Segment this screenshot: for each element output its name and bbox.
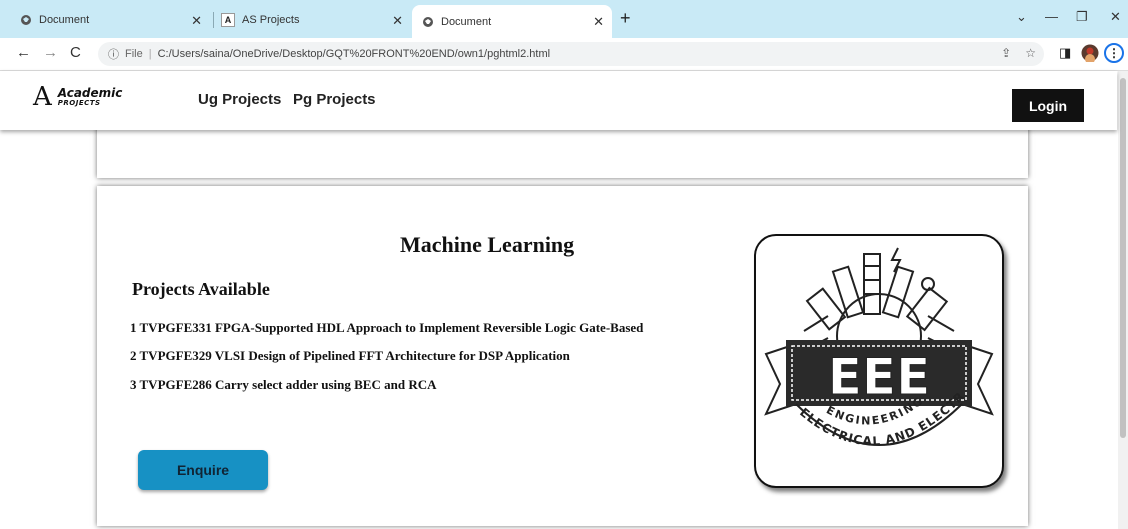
browser-tab[interactable]: A AS Projects ✕ [221,6,411,34]
bookmark-star-icon[interactable]: ☆ [1025,46,1036,60]
close-tab-icon[interactable]: ✕ [593,14,604,30]
scrollbar-thumb[interactable] [1120,78,1126,438]
site-favicon-icon: A [221,13,235,27]
projects-available-heading: Projects Available [132,279,270,299]
globe-icon [20,14,32,26]
nav-link-pg-projects[interactable]: Pg Projects [293,91,376,108]
minimize-icon[interactable]: — [1045,9,1058,24]
share-icon[interactable]: ⇪ [1001,46,1011,60]
address-scheme: File [125,48,143,60]
close-window-icon[interactable]: ✕ [1110,9,1121,25]
tab-title: Document [441,15,492,28]
back-arrow-icon[interactable]: ← [16,44,31,61]
tab-title: Document [39,14,90,26]
browser-tab-active[interactable]: Document ✕ [412,5,612,38]
close-tab-icon[interactable]: ✕ [191,13,202,29]
profile-avatar[interactable] [1081,44,1099,65]
tab-search-chevron-icon[interactable]: ⌄ [1016,9,1027,25]
forward-arrow-icon[interactable]: → [43,44,58,61]
menu-kebab-icon[interactable]: ⋮ [1104,43,1124,63]
eee-emblem-image: EEE ENGINEERING ELECTRICAL AND ELECTRONI… [750,225,1004,488]
site-header: A Academic PROJECTS Ug Projects Pg Proje… [0,71,1117,130]
login-button[interactable]: Login [1012,89,1084,122]
card-title: Machine Learning [400,232,575,257]
new-tab-icon[interactable]: + [620,8,631,29]
browser-tab[interactable]: Document ✕ [20,6,210,34]
address-divider: | [148,48,152,60]
reload-icon[interactable]: C [70,44,81,61]
globe-icon [422,16,434,28]
nav-link-ug-projects[interactable]: Ug Projects [198,91,281,108]
side-panel-icon[interactable]: ◨ [1059,45,1071,61]
restore-icon[interactable]: ❐ [1076,9,1088,25]
enquire-button[interactable]: Enquire [138,450,268,490]
close-tab-icon[interactable]: ✕ [392,13,403,29]
site-logo[interactable]: A Academic PROJECTS [33,84,122,110]
project-item: 1 TVPGFE331 FPGA-Supported HDL Approach … [130,320,644,335]
tab-title: AS Projects [242,14,300,26]
project-card: Machine Learning Projects Available 1 TV… [97,186,1028,526]
project-item: 3 TVPGFE286 Carry select adder using BEC… [130,377,437,392]
logo-word: Academic [57,85,123,100]
tab-divider [213,12,214,28]
info-icon[interactable]: ⓘ [108,46,119,62]
address-url: C:/Users/saina/OneDrive/Desktop/GQT%20FR… [157,48,551,60]
project-item: 2 TVPGFE329 VLSI Design of Pipelined FFT… [130,348,570,363]
browser-toolbar: ← → C ⓘ File | C:/Users/saina/OneDrive/D… [0,38,1128,71]
logo-subword: PROJECTS [57,98,101,107]
logo-mark: A [33,82,52,112]
eee-emblem-graphic: EEE ENGINEERING ELECTRICAL AND ELECTRONI… [750,225,994,448]
address-bar[interactable]: ⓘ File | C:/Users/saina/OneDrive/Desktop… [98,42,1044,66]
browser-tab-strip: Document ✕ A AS Projects ✕ Document ✕ + … [0,0,1128,38]
